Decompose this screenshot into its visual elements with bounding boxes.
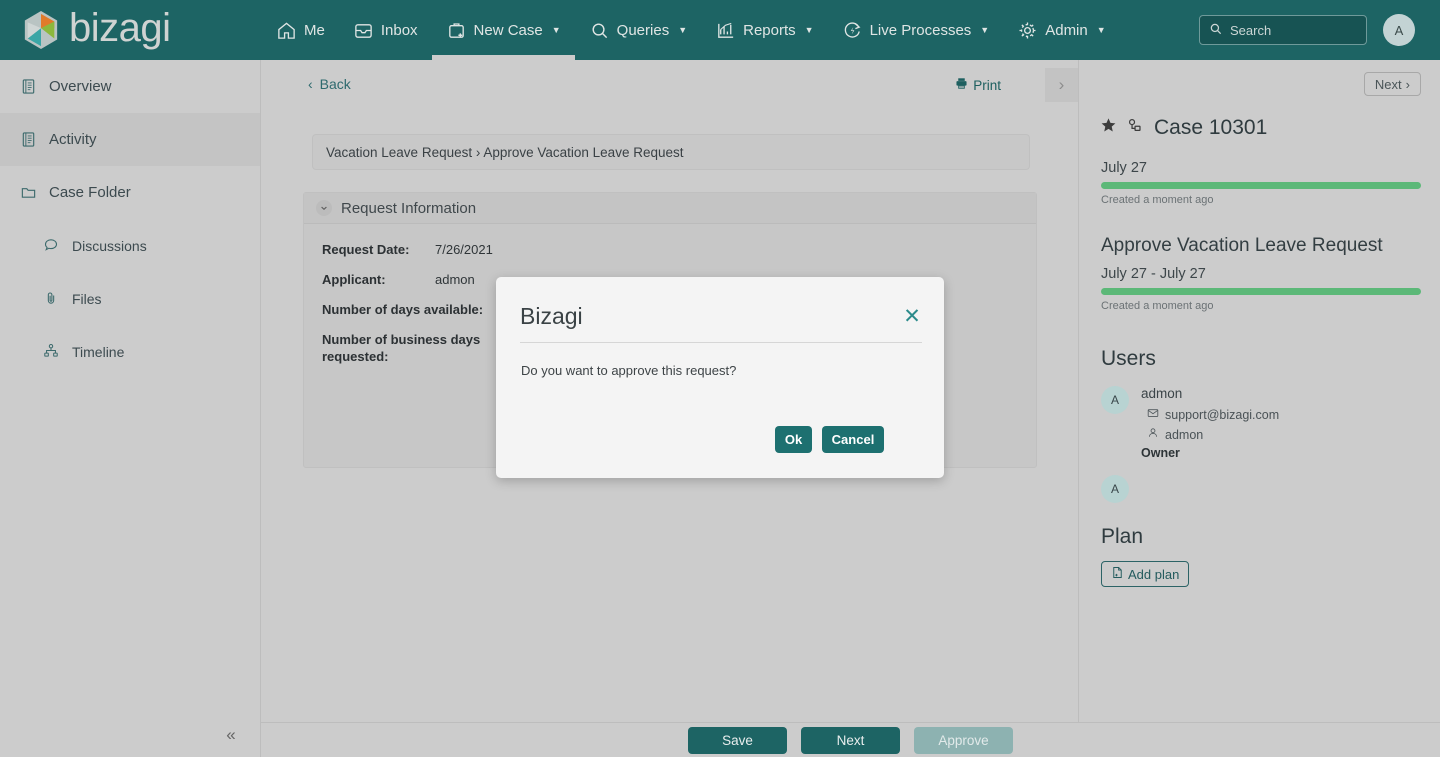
confirm-dialog: Bizagi ✕ Do you want to approve this req… [496, 277, 944, 478]
dialog-actions: Ok Cancel [775, 426, 884, 453]
dialog-cancel-button[interactable]: Cancel [822, 426, 884, 453]
dialog-divider [520, 342, 922, 343]
close-icon[interactable]: ✕ [902, 306, 922, 327]
dialog-message: Do you want to approve this request? [521, 363, 737, 378]
bizagi-work-portal: bizagi Me Inbox New Case ▼ Queries ▼ Rep… [0, 0, 1440, 757]
modal-backdrop: Bizagi ✕ Do you want to approve this req… [0, 0, 1440, 757]
dialog-title: Bizagi [520, 303, 583, 329]
dialog-header: Bizagi ✕ [496, 277, 944, 353]
dialog-ok-button[interactable]: Ok [775, 426, 812, 453]
